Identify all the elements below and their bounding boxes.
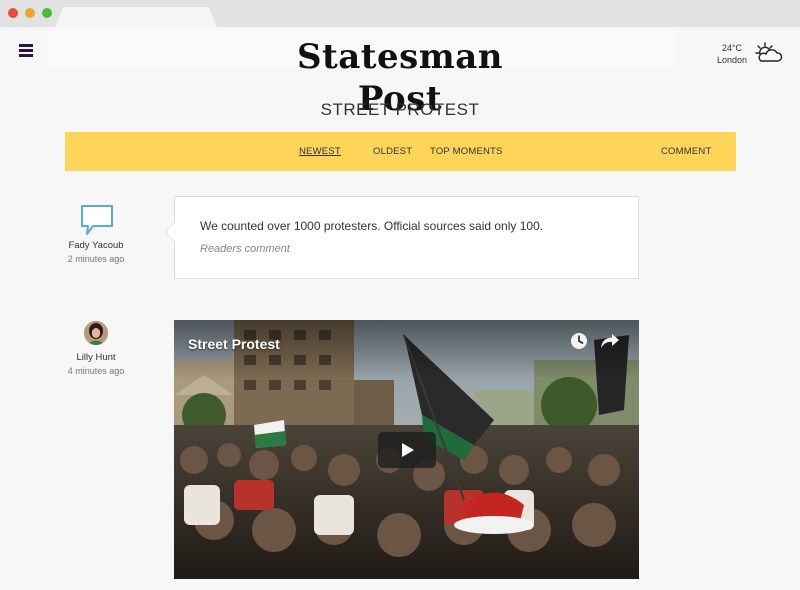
maximize-window-button[interactable] <box>42 8 52 18</box>
avatar-image <box>84 321 108 345</box>
author-name[interactable]: Lilly Hunt <box>46 352 146 363</box>
tab-oldest[interactable]: OLDEST <box>373 146 412 157</box>
page-title: STREET PROTEST <box>320 100 480 119</box>
comment-text: We counted over 1000 protesters. Officia… <box>200 219 544 233</box>
speech-bubble-icon <box>81 205 113 235</box>
author-name[interactable]: Fady Yacoub <box>46 240 146 251</box>
share-arrow-icon[interactable] <box>600 333 620 349</box>
tab-newest[interactable]: NEWEST <box>299 146 341 157</box>
browser-tab[interactable] <box>55 7 217 27</box>
watch-later-clock-icon[interactable] <box>570 332 588 350</box>
comment-source-label: Readers comment <box>200 243 290 255</box>
weather-temperature: 24°C <box>721 43 743 53</box>
weather-widget: 24°C London <box>712 42 752 66</box>
weather-city: London <box>716 55 748 65</box>
minimize-window-button[interactable] <box>25 8 35 18</box>
entry-timestamp: 2 minutes ago <box>67 254 125 264</box>
close-window-button[interactable] <box>8 8 18 18</box>
browser-chrome <box>0 0 800 27</box>
entry-author-block: Fady Yacoub 2 minutes ago <box>46 240 146 264</box>
comment-card: We counted over 1000 protesters. Officia… <box>165 196 639 279</box>
site-logo[interactable]: Statesman Post <box>268 36 532 119</box>
avatar[interactable] <box>84 321 108 345</box>
play-button[interactable] <box>378 432 436 468</box>
video-title[interactable]: Street Protest <box>188 336 280 352</box>
tab-top-moments[interactable]: TOP MOMENTS <box>430 146 503 157</box>
tab-comment[interactable]: COMMENT <box>661 146 711 157</box>
hamburger-menu-icon[interactable] <box>18 43 36 59</box>
entry-author-block: Lilly Hunt 4 minutes ago <box>46 352 146 376</box>
partly-cloudy-icon <box>755 42 782 62</box>
entry-timestamp: 4 minutes ago <box>67 366 125 376</box>
video-player[interactable]: Street Protest <box>174 320 639 579</box>
